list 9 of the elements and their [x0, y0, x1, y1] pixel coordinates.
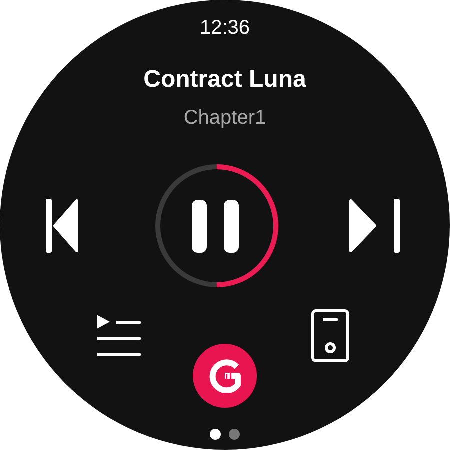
- playlist-button[interactable]: [96, 315, 142, 357]
- page-dot[interactable]: [229, 429, 240, 440]
- page-dot[interactable]: [210, 429, 221, 440]
- phone-button[interactable]: [311, 309, 351, 363]
- logo-icon: [208, 359, 242, 393]
- track-title: Contract Luna: [144, 65, 306, 95]
- clock-time: 12:36: [200, 16, 250, 40]
- chapter-name: Chapter1: [184, 106, 266, 131]
- previous-button[interactable]: [46, 199, 78, 253]
